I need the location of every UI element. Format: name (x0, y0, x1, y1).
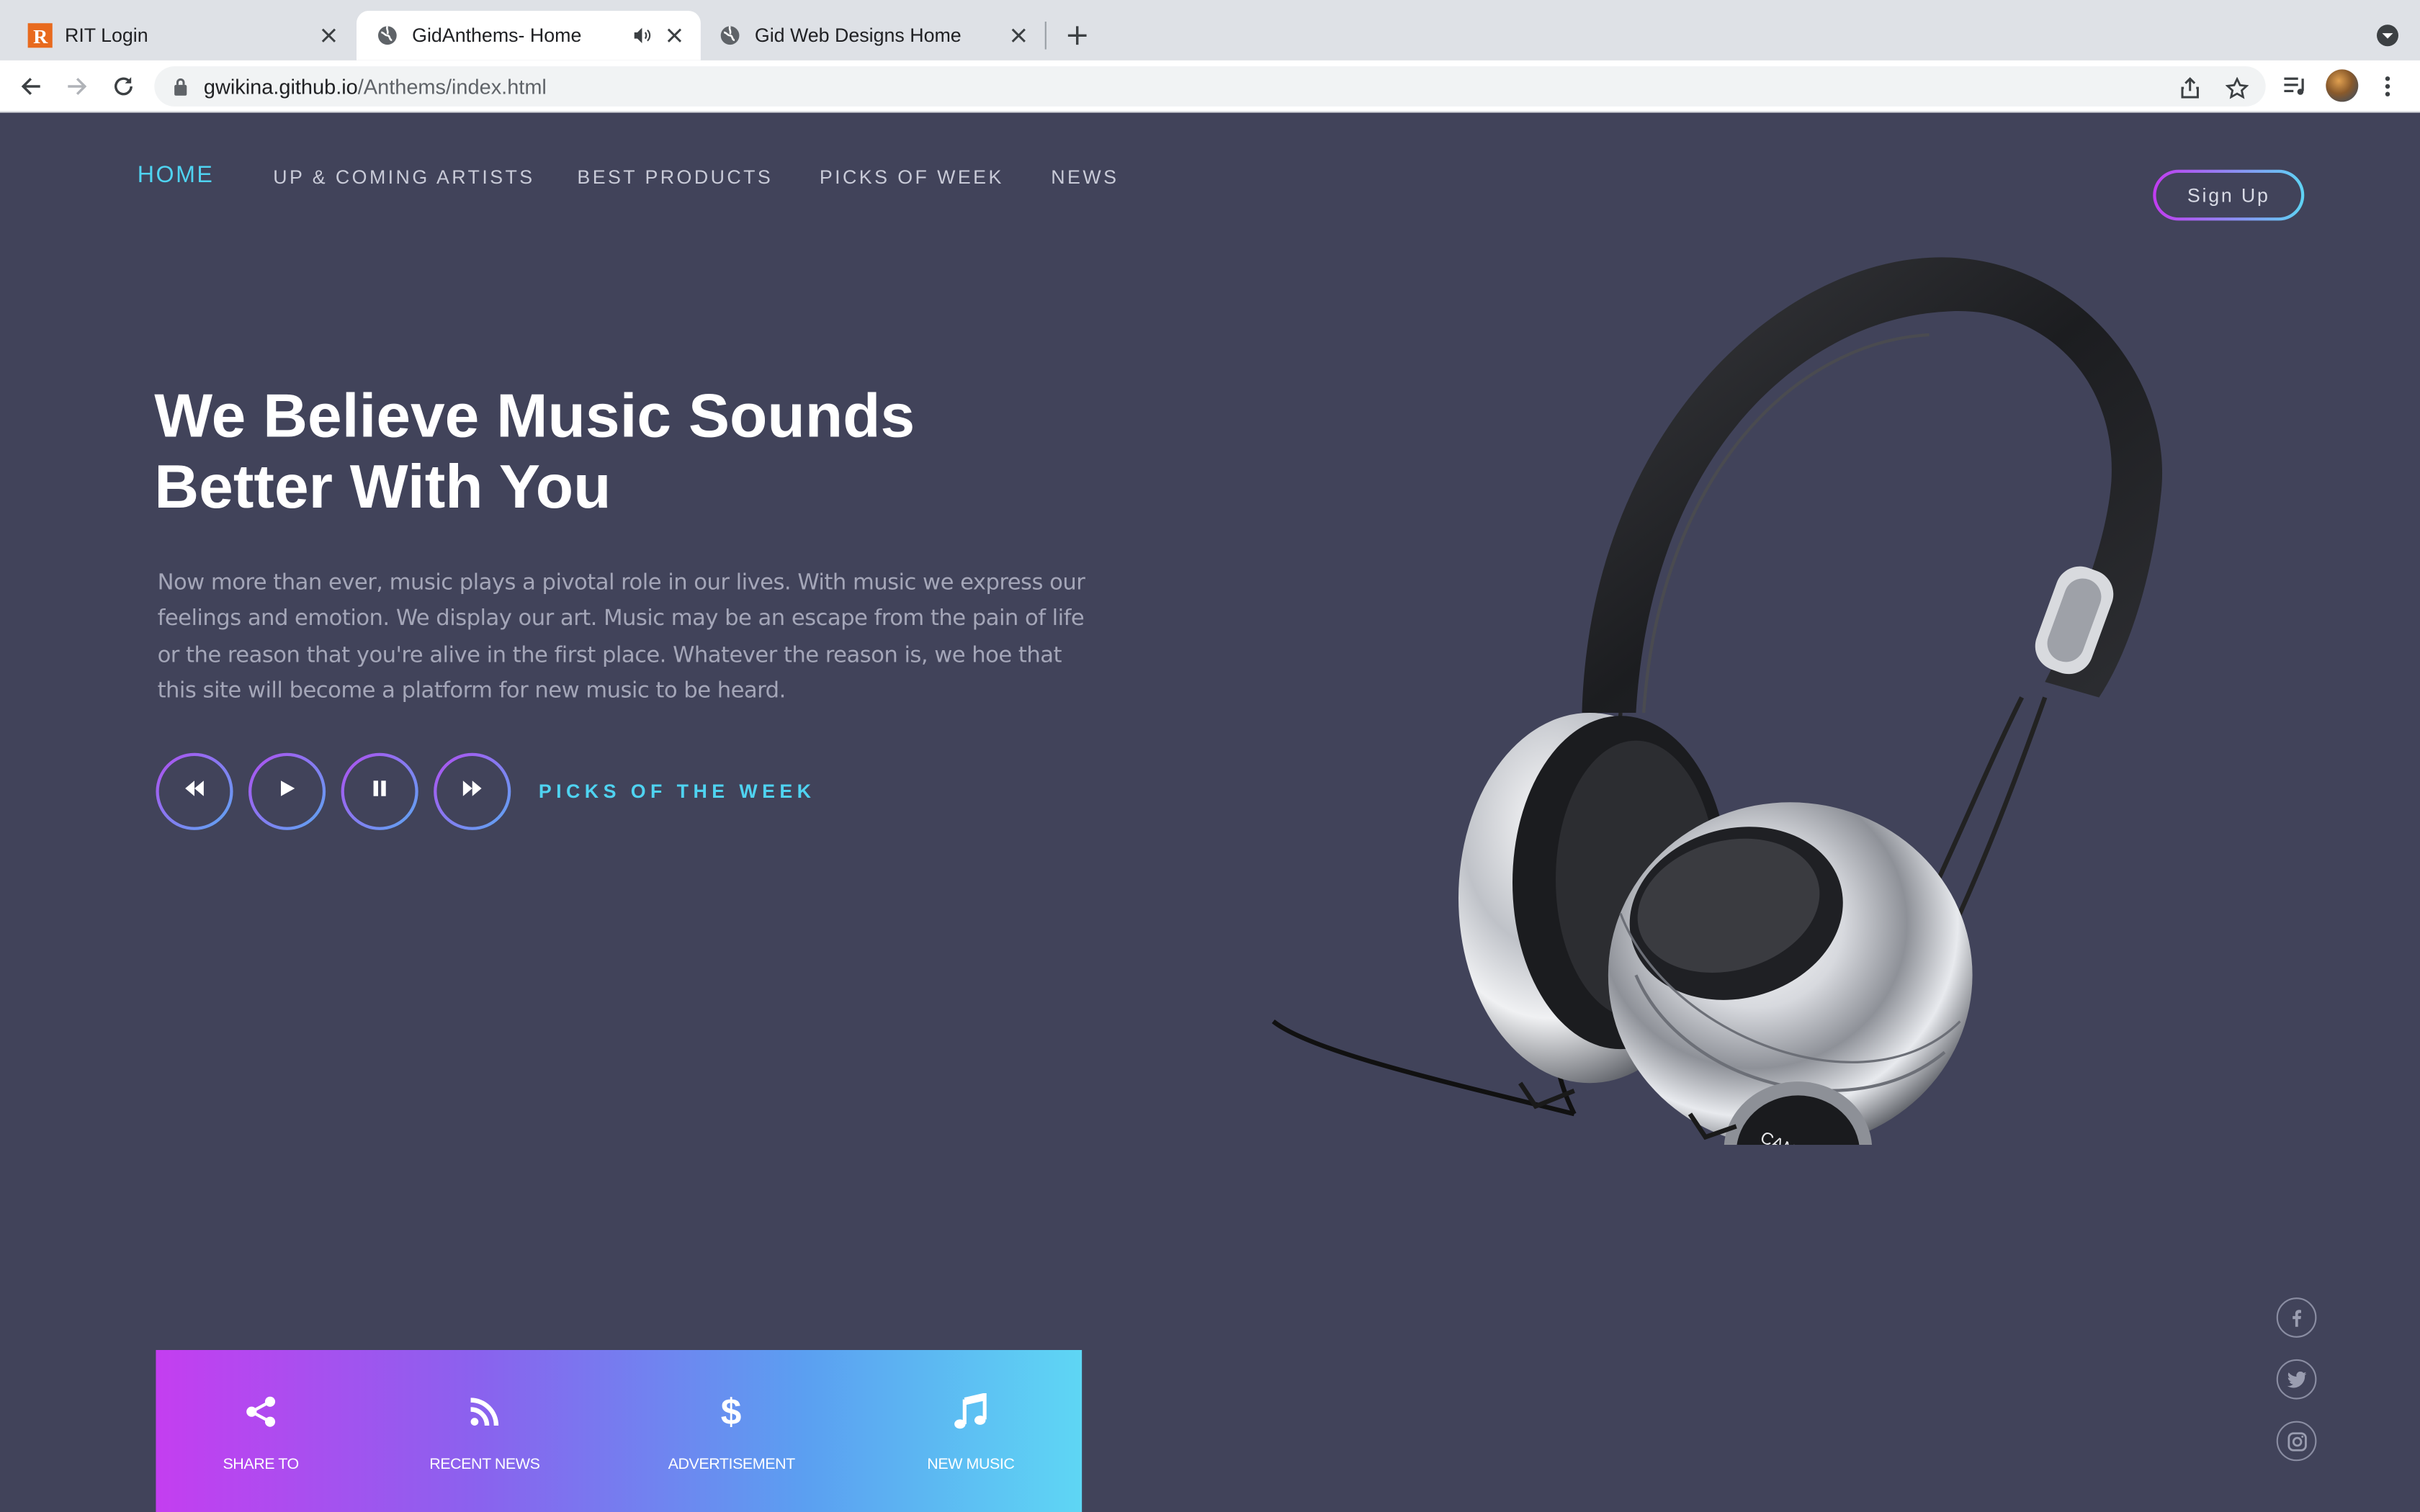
hero-paragraph: Now more than ever, music plays a pivota… (157, 570, 1085, 703)
tab-search-icon[interactable] (2374, 22, 2402, 50)
close-tab-icon[interactable] (318, 24, 339, 46)
url-host: gwikina.github.io (203, 74, 358, 99)
kebab-menu-icon[interactable] (2374, 73, 2402, 101)
hero-title-line-1: We Believe Music Sounds (154, 382, 915, 451)
media-controls-icon[interactable] (2281, 73, 2309, 101)
tab-gid-web-designs[interactable]: Gid Web Designs Home (702, 11, 1045, 60)
fast-forward-icon (462, 778, 483, 806)
rewind-button[interactable] (156, 752, 233, 830)
hero-title-line-2: Better With You (154, 454, 611, 522)
rss-icon (469, 1392, 500, 1432)
rewind-icon (184, 778, 205, 806)
feature-advertisement[interactable]: $ ADVERTISEMENT (624, 1392, 840, 1474)
play-icon (278, 778, 297, 806)
globe-icon (717, 23, 742, 48)
speaker-icon[interactable] (633, 26, 652, 45)
browser-toolbar: gwikina.github.io/Anthems/index.html (0, 60, 2420, 113)
feature-label: RECENT NEWS (429, 1456, 540, 1474)
reload-icon[interactable] (109, 73, 138, 101)
globe-icon (375, 23, 400, 48)
pause-button[interactable] (341, 752, 418, 830)
feature-new-music[interactable]: NEW MUSIC (863, 1392, 1079, 1474)
nav-up-coming-artists[interactable]: UP & COMING ARTISTS (273, 166, 534, 188)
nav-news[interactable]: NEWS (1051, 166, 1119, 188)
feature-label: NEW MUSIC (927, 1456, 1015, 1474)
tab-rit-login[interactable]: R RIT Login (0, 11, 355, 60)
share-page-icon[interactable] (2176, 74, 2204, 102)
pause-icon (370, 778, 389, 806)
feature-label: SHARE TO (223, 1456, 299, 1474)
picks-of-the-week-link[interactable]: PICKS OF THE WEEK (539, 780, 816, 802)
fast-forward-button[interactable] (434, 752, 511, 830)
tab-divider (1044, 22, 1047, 50)
sign-up-label: Sign Up (2156, 173, 2301, 218)
hero-title: We Believe Music Sounds Better With You (154, 381, 1111, 523)
tab-title: GidAnthems- Home (412, 24, 582, 47)
feature-bar: SHARE TO RECENT NEWS $ ADVERTISEMENT NEW… (153, 1350, 1083, 1512)
lock-icon[interactable] (173, 77, 192, 96)
browser-tab-strip: R RIT Login GidAnthems- Home Gid Web Des… (0, 0, 2420, 60)
close-tab-icon[interactable] (1008, 24, 1029, 46)
profile-avatar[interactable] (2326, 69, 2359, 102)
page-content: HOME UP & COMING ARTISTS BEST PRODUCTS P… (0, 114, 2420, 1512)
forward-arrow-icon[interactable] (63, 73, 91, 101)
headphones-image: CANYON (1265, 250, 2192, 1218)
bookmark-star-icon[interactable] (2223, 74, 2251, 102)
sign-up-button[interactable]: Sign Up (2153, 169, 2305, 221)
nav-best-products[interactable]: BEST PRODUCTS (577, 166, 773, 188)
svg-text:R: R (33, 26, 48, 48)
instagram-icon[interactable] (2276, 1421, 2317, 1462)
svg-text:$: $ (721, 1392, 742, 1432)
close-tab-icon[interactable] (663, 24, 685, 46)
back-arrow-icon[interactable] (17, 73, 45, 101)
feature-recent-news[interactable]: RECENT NEWS (377, 1392, 593, 1474)
nav-picks-of-week[interactable]: PICKS OF WEEK (820, 166, 1004, 188)
dollar-icon: $ (721, 1392, 743, 1432)
music-note-icon (954, 1392, 987, 1432)
address-bar[interactable]: gwikina.github.io/Anthems/index.html (154, 66, 2266, 107)
facebook-icon[interactable] (2276, 1297, 2317, 1338)
tab-title: RIT Login (65, 24, 148, 47)
share-icon (244, 1392, 278, 1432)
feature-label: ADVERTISEMENT (668, 1456, 796, 1474)
twitter-icon[interactable] (2276, 1359, 2317, 1400)
tab-title: Gid Web Designs Home (754, 24, 962, 47)
feature-share-to[interactable]: SHARE TO (153, 1392, 369, 1474)
nav-home[interactable]: HOME (138, 162, 215, 188)
url-path: /Anthems/index.html (357, 74, 547, 99)
new-tab-icon[interactable] (1062, 20, 1093, 51)
tab-gidanthems-home[interactable]: GidAnthems- Home (356, 11, 701, 60)
rit-logo-icon: R (27, 23, 53, 48)
play-button[interactable] (248, 752, 326, 830)
